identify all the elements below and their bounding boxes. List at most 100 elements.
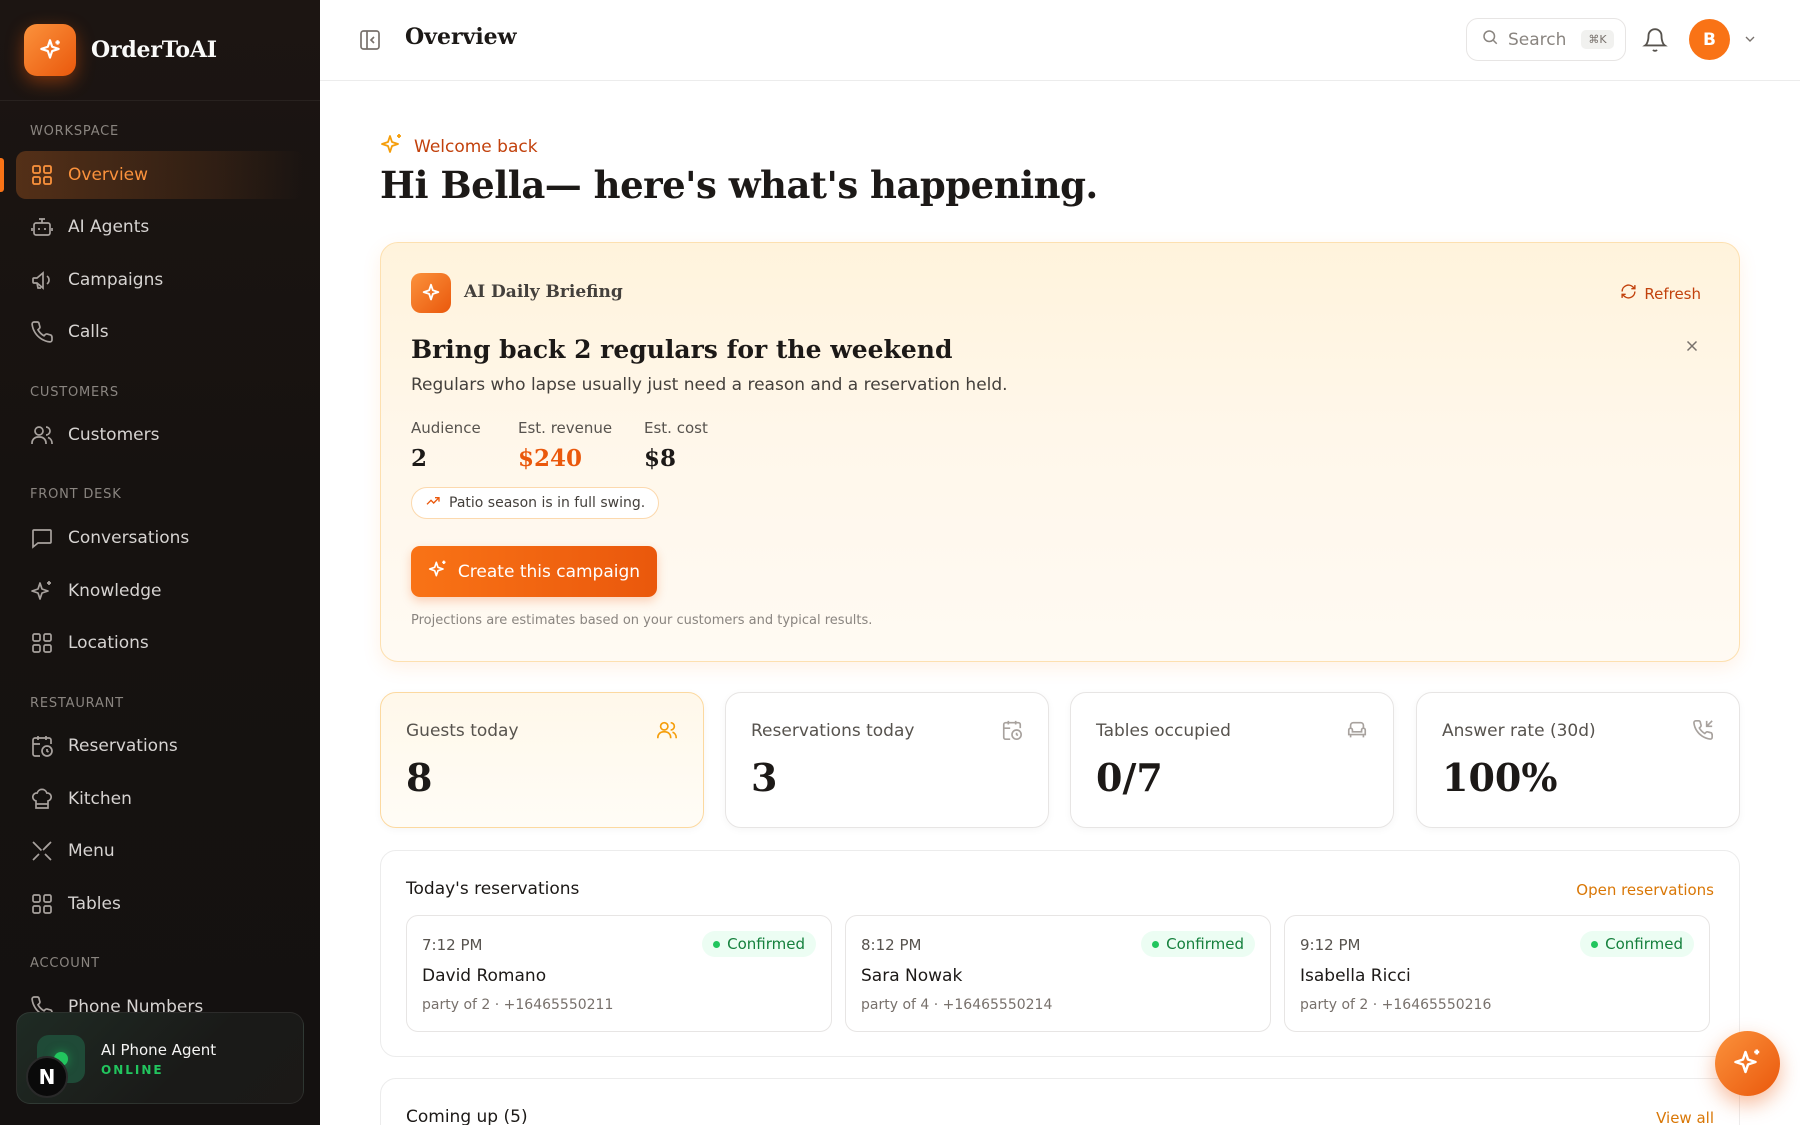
sidebar-item-label: Overview (68, 165, 149, 185)
sidebar-item-tables[interactable]: Tables (16, 880, 304, 928)
sidebar-item-conversations[interactable]: Conversations (16, 514, 304, 562)
sidebar-item-calls[interactable]: Calls (16, 308, 304, 356)
search-placeholder: Search (1508, 29, 1567, 50)
welcome-text: Welcome back (414, 136, 538, 157)
search-icon (1481, 28, 1499, 51)
sidebar-item-label: AI Agents (68, 217, 150, 237)
user-badge[interactable]: N (26, 1056, 68, 1098)
sidebar-item-knowledge[interactable]: Knowledge (16, 567, 304, 615)
megaphone-icon (30, 268, 54, 292)
sidebar-item-label: Menu (68, 841, 115, 861)
bell-icon[interactable] (1642, 27, 1668, 53)
phone-incoming-icon (1692, 719, 1714, 741)
sparkle-icon (380, 132, 404, 161)
panel-title: Today's reservations (406, 879, 580, 899)
stat-label: Reservations today (751, 721, 915, 741)
shortcut-hint: ⌘K (1581, 30, 1614, 49)
panel-title: Coming up (5) (406, 1107, 528, 1125)
sidebar-item-label: Calls (68, 322, 109, 342)
guest-name: Isabella Ricci (1300, 966, 1411, 986)
trending-up-icon (425, 493, 441, 513)
sidebar-item-locations[interactable]: Locations (16, 619, 304, 667)
sparkle-icon (428, 559, 448, 584)
sidebar-item-label: Conversations (68, 528, 190, 548)
status-dot (713, 940, 721, 948)
view-all-link[interactable]: View all (1656, 1109, 1714, 1125)
section-label-workspace: WORKSPACE (30, 124, 120, 139)
sidebar-toggle-icon[interactable] (358, 28, 382, 52)
active-indicator (0, 158, 4, 192)
section-label-customers: CUSTOMERS (30, 385, 119, 400)
agent-title: AI Phone Agent (101, 1041, 217, 1059)
status-badge: Confirmed (1141, 931, 1255, 957)
sidebar-item-label: Locations (68, 633, 149, 653)
stat-value: 100% (1442, 755, 1558, 800)
stat-value: 3 (751, 755, 778, 800)
stat-label: Answer rate (30d) (1442, 721, 1596, 741)
sidebar-item-menu[interactable]: Menu (16, 827, 304, 875)
reservation-card[interactable]: 9:12 PM Confirmed Isabella Ricci party o… (1284, 915, 1710, 1032)
grid-icon (30, 163, 54, 187)
metric-audience: Audience 2 (411, 419, 481, 472)
sidebar-item-campaigns[interactable]: Campaigns (16, 256, 304, 304)
guest-name: David Romano (422, 966, 547, 986)
insight-pill: Patio season is in full swing. (411, 487, 660, 519)
stat-label: Tables occupied (1096, 721, 1231, 741)
sidebar-item-customers[interactable]: Customers (16, 411, 304, 459)
brand[interactable]: OrderToAI (24, 24, 217, 76)
search-input[interactable]: Search ⌘K (1466, 18, 1626, 61)
top-header: Overview Search ⌘K B (320, 0, 1800, 81)
reservation-card[interactable]: 8:12 PM Confirmed Sara Nowak party of 4 … (845, 915, 1271, 1032)
sidebar-item-ai-agents[interactable]: AI Agents (16, 203, 304, 251)
ai-assistant-button[interactable] (1715, 1031, 1780, 1096)
phone-icon (30, 320, 54, 344)
chat-icon (30, 526, 54, 550)
robot-icon (30, 215, 54, 239)
todays-reservations-panel: Today's reservations Open reservations 7… (380, 850, 1740, 1057)
status-dot (1152, 940, 1160, 948)
sidebar-item-reservations[interactable]: Reservations (16, 722, 304, 770)
calendar-clock-icon (1001, 719, 1023, 741)
sidebar-item-label: Tables (68, 894, 121, 914)
avatar[interactable]: B (1689, 19, 1730, 60)
close-icon[interactable] (1683, 337, 1701, 355)
insight-text: Patio season is in full swing. (449, 495, 646, 511)
sidebar-item-overview[interactable]: Overview (16, 151, 304, 199)
welcome-label: Welcome back (380, 132, 538, 161)
sidebar-item-label: Campaigns (68, 270, 164, 290)
reservation-time: 8:12 PM (861, 936, 922, 954)
coming-up-panel: Coming up (5) View all (380, 1078, 1740, 1125)
status-text: Confirmed (1605, 935, 1683, 953)
metric-value: 2 (411, 445, 428, 472)
stat-card-reservations[interactable]: Reservations today 3 (725, 692, 1049, 828)
reservation-detail: party of 2 · +16465550211 (422, 997, 614, 1013)
refresh-icon (1620, 283, 1637, 304)
metric-revenue: Est. revenue $240 (518, 419, 612, 472)
stat-card-guests[interactable]: Guests today 8 (380, 692, 704, 828)
sidebar-item-label: Customers (68, 425, 160, 445)
chevron-down-icon[interactable] (1742, 31, 1758, 47)
create-campaign-button[interactable]: Create this campaign (411, 546, 657, 597)
reservation-time: 7:12 PM (422, 936, 483, 954)
briefing-footnote: Projections are estimates based on your … (411, 613, 873, 628)
stat-value: 0/7 (1096, 755, 1163, 800)
reservation-card[interactable]: 7:12 PM Confirmed David Romano party of … (406, 915, 832, 1032)
greeting-heading: Hi Bella— here's what's happening. (380, 163, 1098, 207)
ai-daily-briefing-card: AI Daily Briefing Refresh Bring back 2 r… (380, 242, 1740, 662)
sparkle-icon (1733, 1047, 1763, 1081)
sidebar-item-label: Kitchen (68, 789, 132, 809)
reservation-detail: party of 4 · +16465550214 (861, 997, 1053, 1013)
sidebar-item-kitchen[interactable]: Kitchen (16, 775, 304, 823)
reservation-detail: party of 2 · +16465550216 (1300, 997, 1492, 1013)
open-reservations-link[interactable]: Open reservations (1576, 881, 1714, 899)
refresh-button[interactable]: Refresh (1620, 283, 1701, 304)
stat-card-answer-rate[interactable]: Answer rate (30d) 100% (1416, 692, 1740, 828)
armchair-icon (1346, 719, 1368, 741)
sparkle-icon (24, 24, 76, 76)
agent-status: ONLINE (101, 1063, 164, 1077)
button-label: Create this campaign (457, 561, 641, 582)
stat-card-tables[interactable]: Tables occupied 0/7 (1070, 692, 1394, 828)
metric-value: $8 (644, 445, 677, 472)
stat-label: Guests today (406, 721, 519, 741)
page-title: Overview (405, 24, 517, 50)
